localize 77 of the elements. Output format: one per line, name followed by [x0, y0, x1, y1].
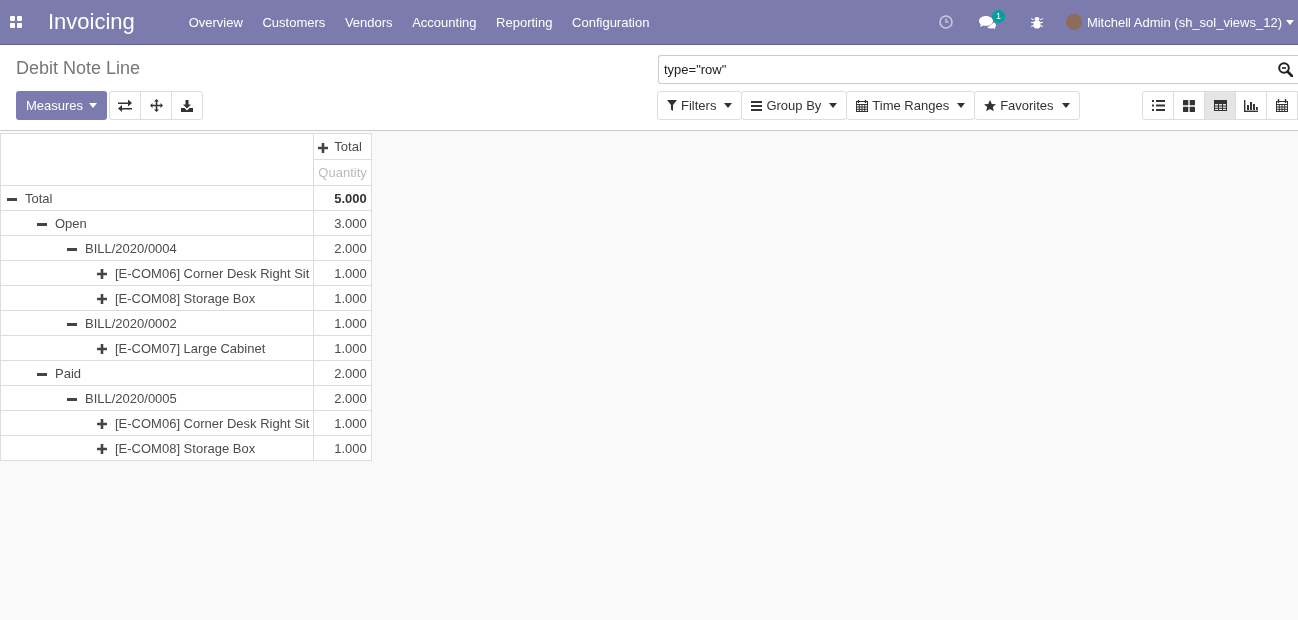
- swap-arrows-icon: [118, 99, 133, 112]
- caret-icon: [1061, 103, 1070, 108]
- caret-icon: [829, 103, 838, 108]
- kanban-view-icon: [1183, 99, 1195, 112]
- favorites-button[interactable]: Favorites: [974, 91, 1080, 120]
- search-icon[interactable]: [1278, 62, 1293, 77]
- row-header[interactable]: BILL/2020/0004: [85, 240, 177, 256]
- value-cell: 5.000: [313, 185, 372, 211]
- list-view-icon: [1151, 100, 1165, 111]
- value-cell: 2.000: [313, 385, 372, 411]
- value-cell: 1.000: [313, 310, 372, 336]
- menu-item[interactable]: Accounting: [402, 14, 487, 30]
- collapse-minus-icon[interactable]: [67, 247, 77, 251]
- menu-item[interactable]: Vendors: [335, 14, 403, 30]
- value-cell: 2.000: [313, 360, 372, 386]
- pivot-view-button[interactable]: [1204, 91, 1236, 120]
- value-cell: 1.000: [313, 260, 372, 286]
- funnel-icon: [667, 100, 677, 111]
- table-view-icon: [1213, 100, 1227, 111]
- value-cell: 1.000: [313, 410, 372, 436]
- value-cell: 1.000: [313, 285, 372, 311]
- avatar-circle: [1065, 14, 1082, 30]
- row-header[interactable]: BILL/2020/0002: [85, 315, 177, 331]
- row-header[interactable]: Open: [55, 215, 87, 231]
- message-count-badge: 1: [991, 9, 1005, 23]
- bars-icon: [751, 100, 763, 111]
- calendar-view-button[interactable]: [1266, 91, 1298, 120]
- flip-axis-button[interactable]: [109, 91, 142, 120]
- user-menu[interactable]: Mitchell Admin (sh_sol_views_12): [1086, 14, 1282, 30]
- time-ranges-button[interactable]: Time Ranges: [846, 91, 976, 120]
- collapse-minus-icon[interactable]: [37, 372, 47, 376]
- caret-icon: [957, 103, 966, 108]
- value-cell: 1.000: [313, 335, 372, 361]
- expand-plus-icon[interactable]: [97, 344, 107, 355]
- kanban-view-button[interactable]: [1173, 91, 1205, 120]
- caret-icon: [724, 103, 733, 108]
- download-button[interactable]: [171, 91, 204, 120]
- calendar-view-icon: [1276, 99, 1288, 112]
- collapse-minus-icon[interactable]: [7, 197, 17, 201]
- menu-item[interactable]: Customers: [252, 14, 336, 30]
- menu-item[interactable]: Configuration: [562, 14, 660, 30]
- apps-menu-icon[interactable]: [10, 16, 22, 28]
- collapse-minus-icon[interactable]: [37, 222, 47, 226]
- value-cell: 2.000: [313, 235, 372, 261]
- graph-view-button[interactable]: [1235, 91, 1267, 120]
- move-arrows-icon: [149, 99, 163, 112]
- caret-icon: [1286, 19, 1294, 25]
- expand-plus-icon[interactable]: [97, 444, 107, 455]
- collapse-minus-icon[interactable]: [67, 397, 77, 401]
- caret-icon: [89, 103, 98, 108]
- measure-header: Quantity: [313, 159, 372, 186]
- expand-plus-icon[interactable]: [97, 294, 107, 305]
- value-cell: 1.000: [313, 435, 372, 461]
- chat-icon: [978, 15, 996, 29]
- row-header[interactable]: Total: [25, 190, 53, 206]
- star-icon: [984, 99, 997, 112]
- expand-all-button[interactable]: [140, 91, 173, 120]
- app-title: Invoicing: [48, 9, 135, 35]
- calendar-icon: [856, 99, 869, 112]
- bug-icon[interactable]: [1030, 15, 1043, 29]
- expand-plus-icon[interactable]: [318, 142, 329, 153]
- list-view-button[interactable]: [1142, 91, 1174, 120]
- group-by-button[interactable]: Group By: [741, 91, 848, 120]
- value-cell: 3.000: [313, 210, 372, 236]
- menu-item[interactable]: Reporting: [486, 14, 563, 30]
- expand-plus-icon[interactable]: [97, 269, 107, 280]
- menu-item[interactable]: Overview: [178, 14, 253, 30]
- filters-button[interactable]: Filters: [657, 91, 743, 120]
- download-icon: [181, 99, 194, 112]
- row-header[interactable]: BILL/2020/0005: [85, 390, 177, 406]
- measures-button[interactable]: Measures: [16, 91, 108, 120]
- bar-chart-icon: [1244, 99, 1258, 112]
- collapse-minus-icon[interactable]: [67, 322, 77, 326]
- row-header[interactable]: Paid: [55, 365, 82, 381]
- page-title: Debit Note Line: [16, 57, 142, 80]
- search-field[interactable]: type="row": [658, 55, 1298, 84]
- expand-plus-icon[interactable]: [97, 419, 107, 430]
